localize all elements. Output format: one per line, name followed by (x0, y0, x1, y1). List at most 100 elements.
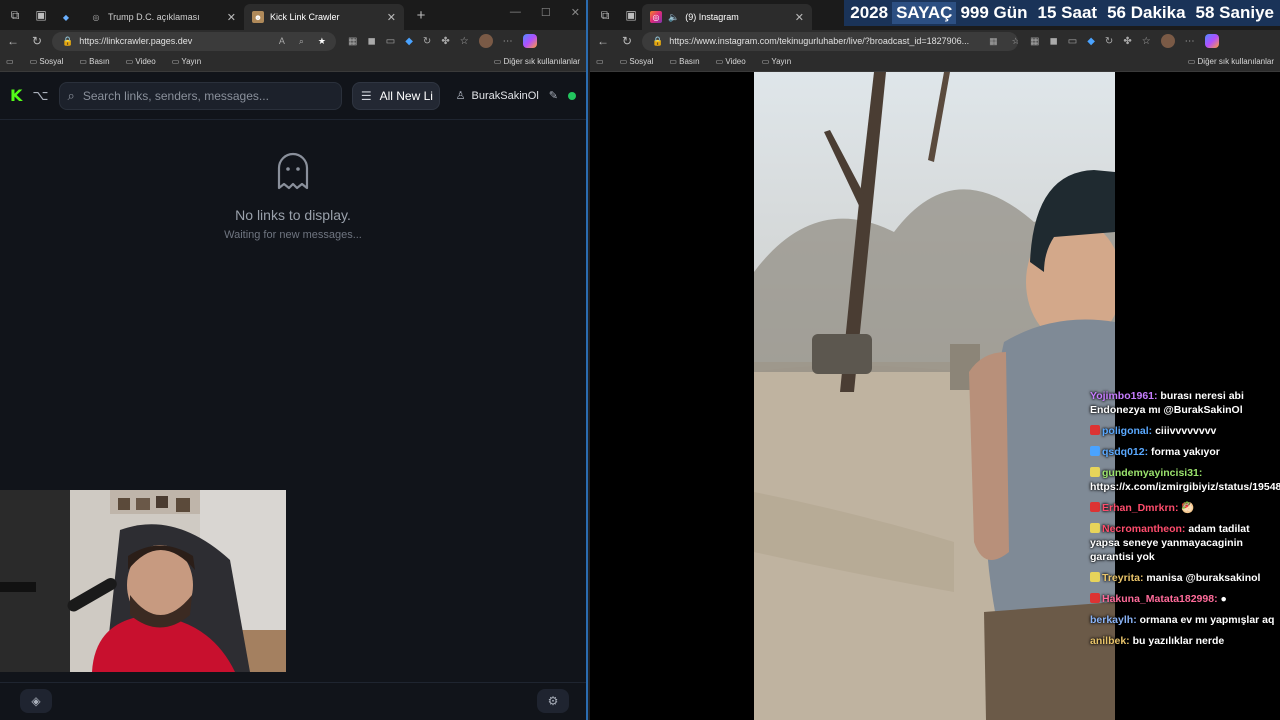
profile-avatar[interactable] (478, 34, 493, 48)
kick-icon: ☻ (252, 11, 264, 23)
extensions-bar: ▦ ◼ ▭ ◆ ↻ ✤ ☆ ⋯ (1030, 34, 1219, 48)
refresh-icon[interactable]: ↻ (28, 34, 46, 48)
chat-username[interactable]: gundemyayincisi31: (1102, 467, 1202, 479)
search-input[interactable] (82, 88, 323, 103)
close-tab-icon[interactable]: ✕ (795, 11, 804, 24)
layers-button[interactable]: ◈ (20, 689, 52, 713)
chat-text: forma yakıyor (1148, 446, 1220, 458)
copilot-icon[interactable] (1204, 34, 1219, 48)
bookmark-folder[interactable]: Yayın (762, 57, 791, 66)
copilot-icon[interactable] (522, 34, 537, 48)
chat-username[interactable]: Erhan_Dmrkrn: (1102, 502, 1178, 514)
puzzle-icon[interactable]: ✤ (1123, 36, 1131, 47)
chat-username[interactable]: Hakuna_Matata182998: (1102, 593, 1218, 605)
bookmark-app-icon[interactable]: ▭ (6, 57, 14, 66)
chat-message: Hakuna_Matata182998: ● (1090, 592, 1280, 606)
chat-username[interactable]: qsdq012: (1102, 446, 1148, 458)
close-window-icon[interactable]: ✕ (571, 6, 580, 19)
bookmarks-bar: ▭ Sosyal Basın Video Yayın Diğer sık kul… (0, 52, 586, 72)
favorite-star-icon[interactable]: ★ (318, 36, 326, 47)
more-icon[interactable]: ⋯ (1185, 36, 1195, 47)
close-tab-icon[interactable]: ✕ (387, 11, 396, 24)
refresh-extension-icon[interactable]: ↻ (423, 36, 431, 47)
other-bookmarks[interactable]: Diğer sık kullanılanlar (1188, 57, 1274, 66)
search-box[interactable]: ⌕ (58, 81, 342, 110)
settings-button[interactable]: ⚙ (537, 689, 569, 713)
speaker-icon[interactable]: 🔈 (668, 12, 679, 23)
chat-text: ormana ev mı yapmışlar aq (1136, 614, 1275, 626)
more-icon[interactable]: ⋯ (503, 36, 513, 47)
chat-badge-icon (1090, 572, 1100, 582)
extension-icon[interactable]: ◼ (367, 36, 375, 47)
read-aloud-icon[interactable]: A (279, 36, 285, 46)
tab-pinned[interactable]: ◆ (52, 4, 82, 30)
puzzle-icon[interactable]: ✤ (441, 36, 449, 47)
globe-icon: ◎ (92, 12, 100, 22)
chat-username[interactable]: Treyrita: (1102, 572, 1143, 584)
bookmark-folder[interactable]: Video (716, 57, 745, 66)
app-header: K ⌥ ⌕ ☰ All New Li ♙ BurakSakinOl ✎ (0, 72, 586, 120)
chat-overlay: Yojimbo1961: burası neresi abi Endonezya… (1090, 389, 1280, 655)
extension-icon[interactable]: ▭ (386, 36, 395, 47)
instagram-live-stage: Yojimbo1961: burası neresi abi Endonezya… (590, 72, 1280, 720)
extension-icon[interactable]: ◼ (1049, 36, 1057, 47)
extension-icon[interactable]: ▦ (1030, 36, 1039, 47)
maximize-icon[interactable]: ☐ (541, 6, 551, 19)
bookmark-folder[interactable]: Yayın (172, 57, 201, 66)
tab-instagram[interactable]: ◎ 🔈 (9) Instagram ✕ (642, 4, 812, 30)
minimize-icon[interactable]: — (510, 6, 521, 19)
favorite-star-icon[interactable]: ☆ (1012, 36, 1018, 47)
filter-dropdown[interactable]: ☰ All New Li (351, 81, 440, 110)
workspaces-icon[interactable]: ⧉ (4, 4, 26, 26)
gem-extension-icon[interactable]: ◆ (1087, 36, 1095, 47)
chat-message: anilbek: bu yazılıklar nerde (1090, 634, 1280, 648)
extension-icon[interactable]: ▭ (1068, 36, 1077, 47)
tab-label: (9) Instagram (685, 12, 739, 22)
live-video[interactable] (754, 72, 1115, 720)
zoom-icon[interactable]: ⌕ (299, 36, 304, 47)
new-tab-icon[interactable]: + (410, 4, 432, 26)
workspaces-icon[interactable]: ⧉ (594, 4, 616, 26)
tab-trump[interactable]: ◎ Trump D.C. açıklaması ✕ (82, 4, 244, 30)
back-icon[interactable]: ← (4, 34, 22, 48)
gem-extension-icon[interactable]: ◆ (405, 36, 413, 47)
counter-days: 999 Gün (960, 3, 1028, 22)
bookmark-folder[interactable]: Basın (79, 57, 109, 66)
github-icon[interactable]: ⌥ (32, 87, 48, 104)
refresh-extension-icon[interactable]: ↻ (1105, 36, 1113, 47)
bookmark-folder[interactable]: Sosyal (30, 57, 63, 66)
bookmark-folder[interactable]: Sosyal (620, 57, 653, 66)
bookmark-folder[interactable]: Basın (669, 57, 699, 66)
chat-username[interactable]: Yojimbo1961: (1090, 390, 1158, 402)
favorites-icon[interactable]: ☆ (460, 36, 469, 47)
tab-search-icon[interactable]: ▦ (989, 36, 998, 47)
bookmark-app-icon[interactable]: ▭ (596, 57, 604, 66)
filter-label: All New Li (379, 88, 433, 103)
refresh-icon[interactable]: ↻ (618, 34, 636, 48)
empty-title: No links to display. (235, 207, 351, 223)
extension-icon[interactable]: ▦ (348, 36, 357, 47)
chat-username[interactable]: Necromantheon: (1102, 523, 1185, 535)
tab-kick-link-crawler[interactable]: ☻ Kick Link Crawler ✕ (244, 4, 404, 30)
url-field[interactable]: 🔒 https://linkcrawler.pages.dev A ⌕ ★ (52, 31, 336, 51)
chat-username[interactable]: anilbek: (1090, 635, 1130, 647)
empty-state: No links to display. Waiting for new mes… (0, 152, 586, 241)
kick-logo-icon[interactable]: K (10, 86, 22, 105)
counter-hours: 15 Saat (1037, 3, 1098, 22)
edit-pencil-icon[interactable]: ✎ (549, 89, 558, 102)
url-field[interactable]: 🔒 https://www.instagram.com/tekinugurluh… (642, 31, 1018, 51)
live-video-frame-image (754, 72, 1115, 720)
bookmarks-bar: ▭ Sosyal Basın Video Yayın Diğer sık kul… (590, 52, 1280, 72)
profile-avatar[interactable] (1160, 34, 1175, 48)
other-bookmarks[interactable]: Diğer sık kullanılanlar (494, 57, 580, 66)
bookmark-folder[interactable]: Video (126, 57, 155, 66)
back-icon[interactable]: ← (594, 34, 612, 48)
tab-actions-icon[interactable]: ▣ (30, 4, 52, 26)
chat-username[interactable]: poligonal: (1102, 425, 1152, 437)
tab-actions-icon[interactable]: ▣ (620, 4, 642, 26)
chat-username[interactable]: berkaylh: (1090, 614, 1137, 626)
close-tab-icon[interactable]: ✕ (227, 11, 236, 24)
right-address-bar: ← ↻ 🔒 https://www.instagram.com/tekinugu… (590, 30, 1280, 52)
chat-message: Necromantheon: adam tadilat yapsa seneye… (1090, 522, 1280, 564)
favorites-icon[interactable]: ☆ (1142, 36, 1151, 47)
